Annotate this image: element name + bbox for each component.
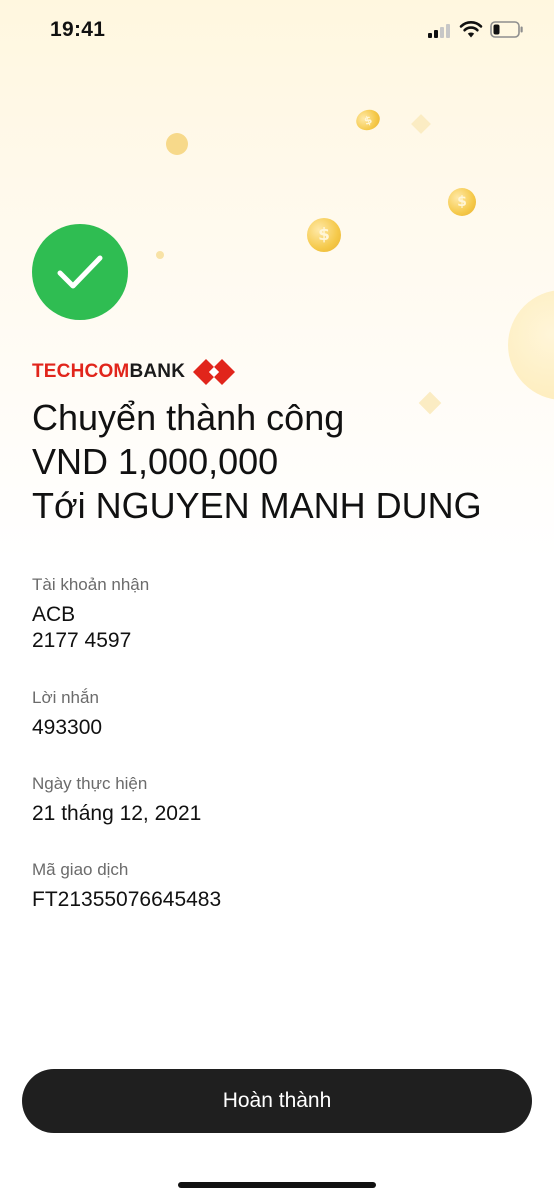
- techcombank-logo-icon: [193, 359, 236, 385]
- bank-logo: TECHCOMBANK: [32, 358, 236, 386]
- message-label: Lời nhắn: [32, 688, 99, 707]
- cellular-signal-icon: [428, 22, 452, 38]
- date-section: Ngày thực hiện 21 tháng 12, 2021: [32, 773, 512, 827]
- done-button[interactable]: Hoàn thành: [22, 1069, 532, 1133]
- check-icon: [57, 255, 103, 289]
- transaction-id-value: FT21355076645483: [32, 888, 222, 911]
- status-time: 19:41: [50, 18, 106, 41]
- transfer-amount: VND 1,000,000: [32, 441, 279, 482]
- success-badge: [32, 224, 128, 320]
- message-value: 493300: [32, 716, 103, 739]
- dollar-coin-icon: $: [448, 188, 476, 216]
- wifi-icon: [459, 20, 483, 38]
- receiving-account-label: Tài khoản nhận: [32, 575, 150, 594]
- dollar-coin-icon: $: [307, 218, 341, 252]
- decor-dot: [156, 251, 164, 259]
- transaction-id-label: Mã giao dịch: [32, 860, 129, 879]
- transfer-status: Chuyển thành công: [32, 397, 345, 438]
- receiving-bank: ACB: [32, 603, 76, 626]
- battery-icon: [490, 21, 523, 38]
- transfer-recipient: Tới NGUYEN MANH DUNG: [32, 485, 482, 526]
- transfer-summary: Chuyển thành công VND 1,000,000 Tới NGUY…: [32, 396, 532, 528]
- date-value: 21 tháng 12, 2021: [32, 802, 202, 825]
- home-indicator[interactable]: [178, 1182, 376, 1188]
- receiving-account-number: 2177 4597: [32, 629, 132, 652]
- dollar-coin-icon: [508, 290, 554, 400]
- decor-sparkle: [411, 114, 431, 134]
- receiving-account-section: Tài khoản nhận ACB 2177 4597: [32, 574, 512, 654]
- status-bar: 19:41: [0, 0, 554, 60]
- dollar-coin-icon: $: [353, 106, 383, 134]
- transaction-id-section: Mã giao dịch FT21355076645483: [32, 859, 512, 913]
- message-section: Lời nhắn 493300: [32, 687, 512, 741]
- date-label: Ngày thực hiện: [32, 774, 148, 793]
- decor-dot: [166, 133, 188, 155]
- bank-name: TECHCOMBANK: [32, 361, 186, 382]
